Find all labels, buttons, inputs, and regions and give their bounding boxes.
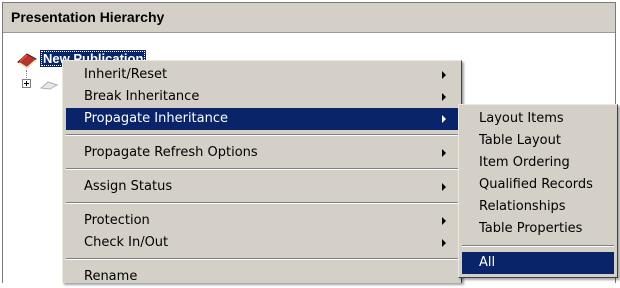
menu-item-protection[interactable]: Protection	[66, 210, 458, 232]
submenu-item-item-ordering[interactable]: Item Ordering	[462, 152, 614, 174]
context-menu: Inherit/Reset Break Inheritance Propagat…	[62, 60, 462, 284]
menu-item-inherit-reset[interactable]: Inherit/Reset	[66, 64, 458, 86]
submenu-item-qualified-records[interactable]: Qualified Records	[462, 174, 614, 196]
submenu-arrow-icon	[442, 239, 446, 247]
menu-item-label: Table Properties	[479, 221, 583, 236]
menu-item-label: Table Layout	[479, 133, 561, 148]
menu-item-label: Break Inheritance	[84, 89, 200, 104]
menu-item-label: Rename	[84, 269, 138, 284]
submenu-item-layout-items[interactable]: Layout Items	[462, 108, 614, 130]
submenu-arrow-icon	[442, 217, 446, 225]
submenu-arrow-icon	[442, 149, 446, 157]
menu-item-propagate-inheritance[interactable]: Propagate Inheritance	[66, 108, 458, 130]
menu-separator	[66, 258, 458, 260]
menu-item-label: Inherit/Reset	[84, 67, 168, 82]
menu-item-label: Propagate Inheritance	[84, 111, 229, 126]
book-icon[interactable]	[16, 50, 38, 70]
plus-expander-icon[interactable]	[22, 79, 31, 88]
menu-separator	[66, 134, 458, 136]
menu-separator	[66, 202, 458, 204]
panel-header: Presentation Hierarchy	[3, 3, 615, 33]
menu-item-label: Item Ordering	[479, 155, 570, 170]
submenu-arrow-icon	[442, 115, 446, 123]
menu-separator	[66, 168, 458, 170]
menu-item-rename[interactable]: Rename	[66, 266, 458, 288]
menu-item-label: Propagate Refresh Options	[84, 145, 258, 160]
menu-item-assign-status[interactable]: Assign Status	[66, 176, 458, 198]
menu-item-label: Protection	[84, 213, 150, 228]
menu-item-label: Check In/Out	[84, 235, 169, 250]
menu-item-label: Assign Status	[84, 179, 173, 194]
propagate-inheritance-submenu: Layout Items Table Layout Item Ordering …	[458, 104, 618, 278]
submenu-item-relationships[interactable]: Relationships	[462, 196, 614, 218]
submenu-arrow-icon	[442, 93, 446, 101]
menu-separator	[462, 245, 614, 247]
submenu-item-table-layout[interactable]: Table Layout	[462, 130, 614, 152]
submenu-arrow-icon	[442, 183, 446, 191]
submenu-item-all[interactable]: All	[462, 252, 614, 274]
submenu-item-table-properties[interactable]: Table Properties	[462, 218, 614, 240]
panel-title: Presentation Hierarchy	[11, 9, 165, 25]
child-book-icon[interactable]	[40, 80, 58, 90]
menu-item-propagate-refresh-options[interactable]: Propagate Refresh Options	[66, 142, 458, 164]
menu-item-label: Qualified Records	[479, 177, 593, 192]
menu-item-label: Layout Items	[479, 111, 564, 126]
menu-item-label: Relationships	[479, 199, 566, 214]
menu-item-label: All	[479, 255, 496, 270]
menu-item-check-in-out[interactable]: Check In/Out	[66, 232, 458, 254]
submenu-arrow-icon	[442, 71, 446, 79]
menu-item-break-inheritance[interactable]: Break Inheritance	[66, 86, 458, 108]
